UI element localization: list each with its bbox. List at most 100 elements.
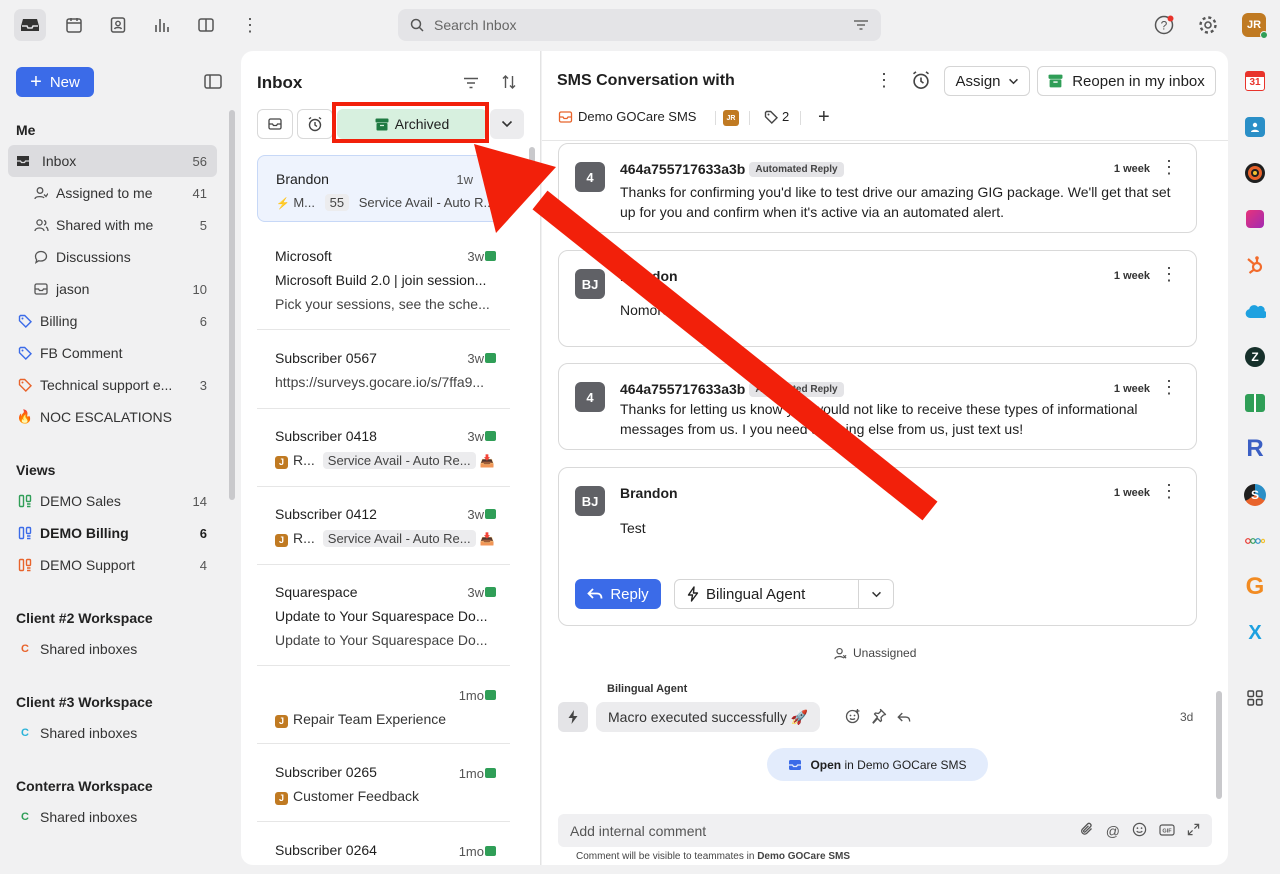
more-apps-icon[interactable]: ⋮ — [234, 9, 266, 41]
reply-button[interactable]: Reply — [575, 579, 661, 609]
sidebar-item-shared-inboxes[interactable]: C Shared inboxes — [8, 633, 217, 665]
inbox-app-icon[interactable] — [14, 9, 46, 41]
list-item-time: 3w — [467, 351, 484, 366]
sidebar-item-label: DEMO Support — [40, 557, 135, 573]
reopen-button[interactable]: Reopen in my inbox — [1037, 66, 1216, 96]
message-more-icon[interactable]: ⋮ — [1160, 158, 1178, 176]
macro-dropdown-button[interactable] — [858, 579, 894, 609]
macro-button[interactable]: Bilingual Agent — [674, 579, 859, 609]
message-more-icon[interactable]: ⋮ — [1160, 378, 1178, 396]
green-book-app-icon[interactable] — [1243, 391, 1267, 415]
list-item-time: 3w — [467, 249, 484, 264]
sidebar-item-demo-support[interactable]: DEMO Support 4 — [8, 549, 217, 581]
inbox-chip[interactable]: Demo GOCare SMS — [558, 109, 696, 124]
new-button[interactable]: + New — [16, 67, 94, 97]
filter-dropdown-button[interactable] — [490, 109, 524, 139]
list-scrollbar[interactable] — [529, 147, 535, 171]
pin-icon[interactable] — [871, 708, 887, 727]
list-item[interactable]: 1mo J Repair Team Experience — [257, 666, 510, 744]
sidebar-item-inbox[interactable]: Inbox 56 — [8, 145, 217, 177]
emoji-react-icon[interactable] — [845, 708, 861, 727]
s-app-icon[interactable]: S — [1243, 483, 1267, 507]
sidebar-item-fb-comment[interactable]: FB Comment — [8, 337, 217, 369]
gif-icon[interactable]: GIF — [1159, 823, 1175, 839]
reply-arrow-icon[interactable] — [897, 710, 911, 726]
more-options-icon[interactable]: ⋮ — [875, 70, 893, 91]
search-bar[interactable]: Search Inbox — [398, 9, 881, 41]
sidebar-item-count: 5 — [199, 217, 207, 233]
comment-composer[interactable]: Add internal comment @ GIF — [558, 814, 1212, 847]
open-in-inbox-event[interactable]: Open in Demo GOCare SMS — [767, 748, 988, 781]
target-app-icon[interactable] — [1243, 161, 1267, 185]
list-item[interactable]: Brandon 1w ⚡ M... 55 Service Avail - Aut… — [257, 155, 510, 222]
message-author: 464a755717633a3b — [620, 381, 746, 397]
message-more-icon[interactable]: ⋮ — [1160, 482, 1178, 500]
sidebar-item-shared-with-me[interactable]: Shared with me 5 — [8, 209, 217, 241]
sidebar-item-discussions[interactable]: Discussions — [8, 241, 217, 273]
contact-card-app-icon[interactable] — [1243, 115, 1267, 139]
filter-icon[interactable] — [853, 19, 869, 31]
list-item[interactable]: Squarespace 3w Update to Your Squarespac… — [257, 565, 510, 666]
calendar-icon[interactable] — [58, 9, 90, 41]
list-item-tag: Service Avail - Auto Re... — [322, 530, 476, 547]
list-item[interactable]: Microsoft 3w Microsoft Build 2.0 | join … — [257, 233, 510, 330]
app-grid-icon[interactable] — [1243, 686, 1267, 710]
sort-filter-icon[interactable] — [463, 76, 479, 92]
help-icon[interactable]: ? — [1148, 9, 1180, 41]
message-body: Test — [620, 520, 646, 536]
conversation-scrollbar[interactable] — [1216, 691, 1222, 799]
snooze-alarm-icon[interactable] — [911, 70, 931, 93]
sidebar-item-billing[interactable]: Billing 6 — [8, 305, 217, 337]
contacts-icon[interactable] — [102, 9, 134, 41]
settings-gear-icon[interactable] — [1192, 9, 1224, 41]
dots-app-icon[interactable] — [1243, 529, 1267, 553]
list-item-time: 3w — [467, 585, 484, 600]
g-app-icon[interactable]: G — [1243, 573, 1267, 600]
hubspot-icon[interactable] — [1243, 253, 1267, 277]
sidebar-item-assigned-to-me[interactable]: Assigned to me 41 — [8, 177, 217, 209]
message-card[interactable]: BJ Brandon 1 week ⋮ Test Reply Bilingual… — [558, 467, 1197, 626]
assignee-badge: J — [275, 714, 288, 728]
sidebar-scrollbar[interactable] — [229, 110, 235, 500]
x-app-icon[interactable]: X — [1243, 621, 1267, 645]
list-item[interactable]: Subscriber 0412 3w J R... Service Avail - … — [257, 487, 510, 565]
salesforce-cloud-icon[interactable] — [1243, 299, 1267, 323]
list-item[interactable]: Subscriber 0265 1mo J Customer Feedback — [257, 744, 510, 822]
add-icon[interactable]: + — [818, 106, 830, 129]
sidebar-item-noc-escalations[interactable]: 🔥 NOC ESCALATIONS — [8, 401, 217, 433]
message-card[interactable]: 4 464a755717633a3b Automated Reply 1 week… — [558, 143, 1197, 233]
message-more-icon[interactable]: ⋮ — [1160, 265, 1178, 283]
list-item[interactable]: Subscriber 0418 3w J R... Service Avail - … — [257, 409, 510, 487]
sidebar-item-demo-billing[interactable]: DEMO Billing 6 — [8, 517, 217, 549]
tags-chip[interactable]: 2 — [764, 109, 789, 124]
zendesk-icon[interactable]: Z — [1243, 345, 1267, 369]
split-view-icon[interactable] — [190, 9, 222, 41]
mention-icon[interactable]: @ — [1106, 823, 1120, 839]
sidebar-item-technical-support[interactable]: Technical support e... 3 — [8, 369, 217, 401]
sidebar-item-demo-sales[interactable]: DEMO Sales 14 — [8, 485, 217, 517]
comment-input[interactable]: Add internal comment — [570, 823, 1068, 839]
analytics-icon[interactable] — [146, 9, 178, 41]
list-item-sender: Brandon — [276, 171, 329, 187]
pink-app-icon[interactable] — [1243, 207, 1267, 231]
message-card[interactable]: BJ Brandon 1 week ⋮ Nomore — [558, 250, 1197, 347]
collapse-sidebar-icon[interactable] — [204, 74, 222, 92]
message-card[interactable]: 4 464a755717633a3b Automated Reply 1 week… — [558, 363, 1197, 450]
sidebar-item-shared-inboxes[interactable]: C Shared inboxes — [8, 717, 217, 749]
list-item[interactable]: Subscriber 0264 1mo — [257, 822, 510, 865]
search-input[interactable]: Search Inbox — [434, 17, 853, 33]
assign-button[interactable]: Assign — [944, 66, 1030, 96]
open-filter-button[interactable] — [257, 109, 293, 139]
list-item[interactable]: Subscriber 0567 3w https://surveys.gocar… — [257, 331, 510, 409]
attachment-paperclip-icon[interactable] — [1080, 822, 1094, 839]
snoozed-filter-button[interactable] — [297, 109, 333, 139]
expand-icon[interactable] — [1187, 823, 1200, 839]
calendar-app-icon[interactable]: 31 — [1243, 69, 1267, 93]
r-app-icon[interactable]: R — [1243, 435, 1267, 462]
sidebar-item-count: 56 — [192, 153, 207, 169]
emoji-icon[interactable] — [1132, 822, 1147, 840]
sidebar-item-shared-inboxes[interactable]: C Shared inboxes — [8, 801, 217, 833]
assignee-avatar[interactable]: JR — [723, 110, 739, 126]
sidebar-item-jason[interactable]: jason 10 — [8, 273, 217, 305]
sort-order-icon[interactable] — [501, 74, 517, 93]
